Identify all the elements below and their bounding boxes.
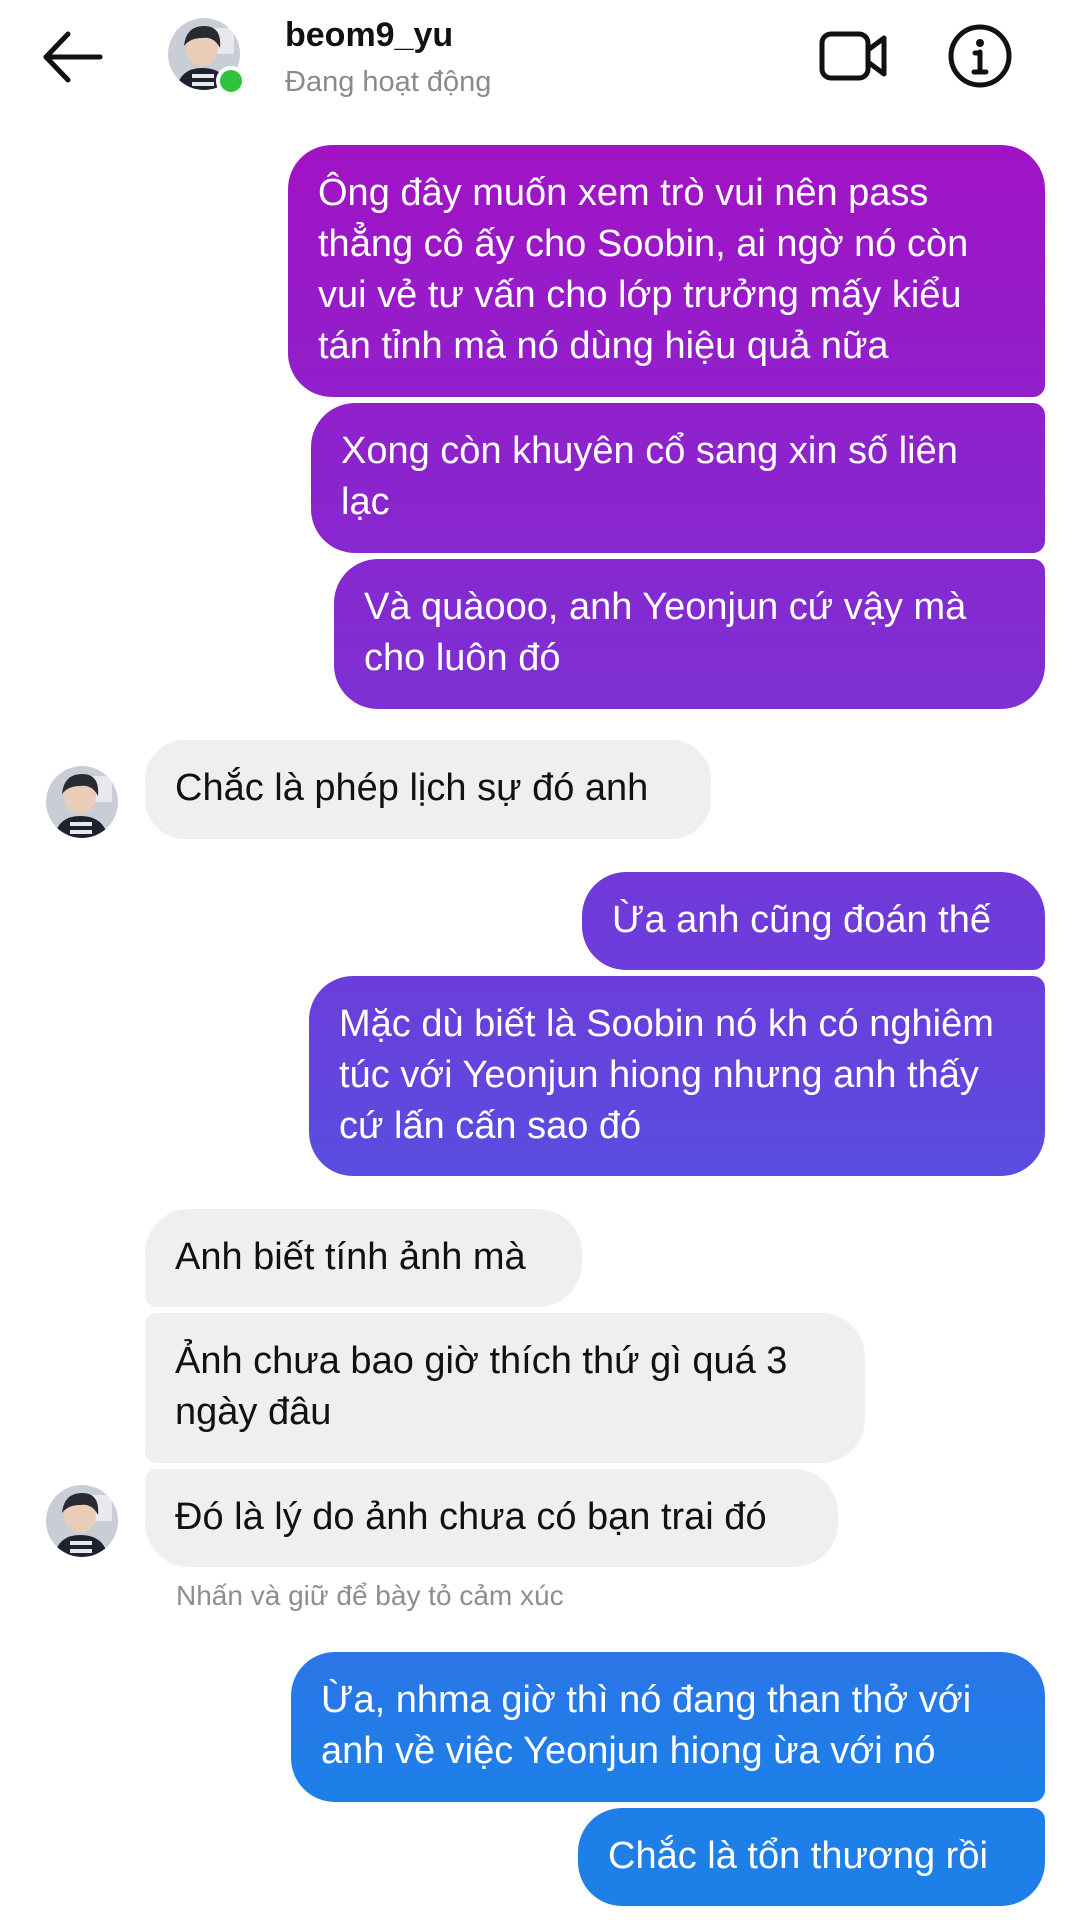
contact-avatar-small[interactable]: [46, 1485, 118, 1557]
video-call-icon: [819, 31, 887, 81]
profile-photo-image: [46, 1485, 118, 1557]
outgoing-message[interactable]: Xong còn khuyên cổ sang xin số liên lạc: [311, 403, 1045, 553]
reaction-hint: Nhấn và giữ để bày tỏ cảm xúc: [176, 1580, 564, 1611]
outgoing-message[interactable]: Ừa anh cũng đoán thế: [582, 872, 1045, 970]
activity-status: Đang hoạt động: [285, 66, 492, 98]
outgoing-message[interactable]: Ừa, nhma giờ thì nó đang than thở với an…: [291, 1652, 1045, 1802]
chat-header: beom9_yu Đang hoạt động: [0, 0, 1065, 120]
info-icon: [948, 24, 1012, 88]
video-call-button[interactable]: [818, 26, 890, 86]
outgoing-message[interactable]: Và quàooo, anh Yeonjun cứ vậy mà cho luô…: [334, 559, 1045, 709]
outgoing-message[interactable]: Mặc dù biết là Soobin nó kh có nghiêm tú…: [309, 976, 1045, 1176]
online-status-dot: [216, 66, 246, 96]
incoming-message[interactable]: Chắc là phép lịch sự đó anh: [145, 740, 711, 839]
incoming-message[interactable]: Ảnh chưa bao giờ thích thứ gì quá 3 ngày…: [145, 1313, 865, 1463]
conversation-info-button[interactable]: [946, 22, 1014, 90]
back-arrow-icon: [43, 31, 103, 83]
contact-avatar-small[interactable]: [46, 766, 118, 838]
incoming-message[interactable]: Đó là lý do ảnh chưa có bạn trai đó: [145, 1469, 838, 1567]
contact-avatar[interactable]: [168, 18, 246, 96]
contact-username[interactable]: beom9_yu: [285, 16, 453, 55]
back-button[interactable]: [38, 22, 108, 92]
outgoing-message[interactable]: Chắc là tổn thương rồi: [578, 1808, 1045, 1906]
outgoing-message[interactable]: Ông đây muốn xem trò vui nên pass thẳng …: [288, 145, 1045, 397]
profile-photo-image: [46, 766, 118, 838]
incoming-message[interactable]: Anh biết tính ảnh mà: [145, 1209, 582, 1307]
